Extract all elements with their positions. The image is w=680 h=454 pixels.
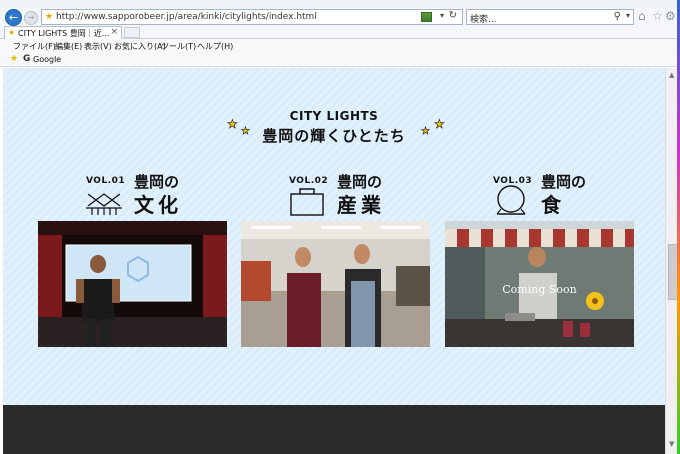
home-icon[interactable]: ⌂ (638, 9, 646, 23)
menu-edit[interactable]: 編集(E) (55, 41, 82, 52)
story-card-industry[interactable]: VOL.02 豊岡の 産業 (241, 171, 431, 347)
compat-view-icon[interactable] (421, 12, 432, 22)
card-title: 文化 (134, 193, 182, 217)
back-arrow-icon: ← (8, 11, 19, 24)
refresh-icon[interactable]: ↻ (449, 10, 457, 21)
page-heading-ja: 豊岡の輝くひとたち (262, 127, 406, 145)
menu-bar: ファイル(F) 編集(E) 表示(V) お気に入り(A) ツール(T) ヘルプ(… (0, 39, 680, 53)
scroll-up-icon[interactable]: ▲ (669, 71, 674, 79)
tab-row: ★ CITY LIGHTS 豊岡｜近... × (0, 26, 680, 39)
page-footer (3, 405, 665, 454)
page-viewport: ★ ★ ★ ★ CITY LIGHTS 豊岡の輝くひとたち VOL.01 豊岡の… (3, 68, 665, 454)
story-card-food[interactable]: VOL.03 豊岡の 食 Coming Soon (445, 171, 635, 347)
search-icon[interactable]: ⚲ (614, 11, 621, 22)
story-card-culture[interactable]: VOL.01 豊岡の 文化 (38, 171, 228, 347)
gear-icon[interactable]: ⚙ (665, 9, 676, 23)
coming-soon-label: Coming Soon (502, 283, 577, 296)
menu-tools[interactable]: ツール(T) (161, 41, 196, 52)
favorites-star-icon[interactable]: ☆ (652, 9, 663, 23)
chevron-down-icon[interactable]: ▾ (440, 11, 444, 20)
tab-title: CITY LIGHTS 豊岡｜近... (18, 29, 110, 38)
card-photo-factory[interactable] (241, 221, 430, 347)
card-photo-theater[interactable] (38, 221, 227, 347)
favorites-bar: ★ G Google (0, 53, 680, 67)
address-row: ← → ★ http://www.sapporobeer.jp/area/kin… (0, 8, 680, 26)
site-favicon-icon: ★ (45, 12, 54, 22)
address-bar[interactable]: ★ http://www.sapporobeer.jp/area/kinki/c… (41, 9, 463, 25)
favorite-google[interactable]: Google (33, 55, 61, 64)
window-titlebar (0, 0, 680, 8)
page-heading-en: CITY LIGHTS (289, 109, 379, 123)
tab-favicon-icon: ★ (8, 28, 16, 37)
tab-active[interactable]: ★ CITY LIGHTS 豊岡｜近... × (4, 26, 122, 39)
google-icon: G (23, 54, 31, 64)
url-text: http://www.sapporobeer.jp/area/kinki/cit… (56, 12, 317, 22)
menu-help[interactable]: ヘルプ(H) (197, 41, 233, 52)
card-photo-food[interactable]: Coming Soon (445, 221, 634, 347)
close-icon[interactable]: × (110, 27, 118, 37)
forward-arrow-icon: → (27, 13, 35, 22)
search-placeholder: 検索... (470, 15, 497, 25)
menu-favorites[interactable]: お気に入り(A) (114, 41, 166, 52)
card-title: 食 (541, 193, 565, 217)
search-input[interactable]: 検索... ⚲ ▾ (466, 9, 634, 25)
card-title: 産業 (337, 193, 385, 217)
back-button[interactable]: ← (5, 9, 22, 26)
scroll-down-icon[interactable]: ▼ (669, 440, 674, 448)
new-tab-button[interactable] (124, 27, 140, 38)
menu-file[interactable]: ファイル(F) (13, 41, 56, 52)
chevron-down-icon[interactable]: ▾ (626, 11, 630, 20)
forward-button[interactable]: → (24, 11, 38, 25)
bowl-icon (496, 185, 526, 215)
favorites-star-icon[interactable]: ★ (10, 54, 18, 64)
gate-icon (86, 193, 122, 215)
bag-icon (290, 188, 324, 216)
menu-view[interactable]: 表示(V) (84, 41, 112, 52)
